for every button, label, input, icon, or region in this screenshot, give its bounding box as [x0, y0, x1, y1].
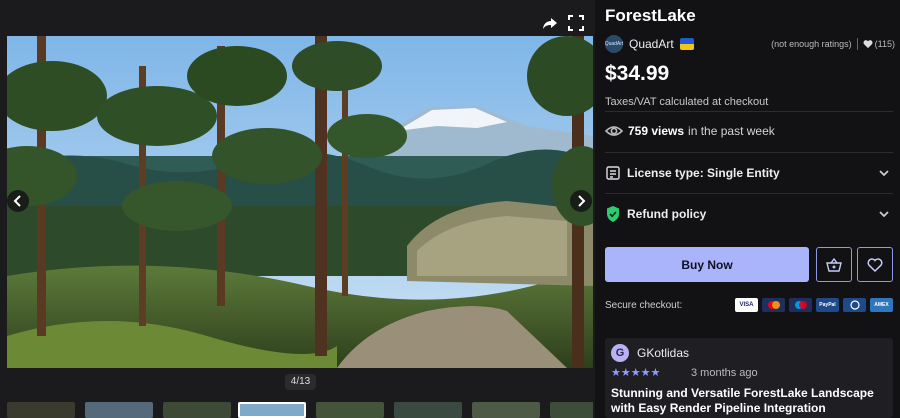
thumbnail[interactable] — [163, 402, 231, 418]
seller-link[interactable]: QuadArt QuadArt — [605, 34, 694, 54]
main-product-image[interactable] — [7, 36, 593, 368]
divider — [605, 111, 893, 112]
thumbnail[interactable] — [85, 402, 153, 418]
tax-note: Taxes/VAT calculated at checkout — [605, 96, 769, 108]
share-icon — [543, 18, 557, 29]
amex-icon: AMEX — [870, 298, 893, 312]
reviewer-avatar: G — [611, 344, 629, 362]
buy-now-button[interactable]: Buy Now — [605, 247, 809, 282]
likes-count: (115) — [874, 39, 895, 49]
views-stat: 759 views in the past week — [605, 124, 775, 138]
paypal-icon: PayPal — [816, 298, 839, 312]
views-suffix: in the past week — [688, 124, 775, 138]
heart-icon[interactable] — [863, 39, 873, 49]
fullscreen-icon — [568, 15, 584, 31]
seller-name[interactable]: QuadArt — [629, 37, 674, 51]
secure-checkout-label: Secure checkout: — [605, 300, 683, 311]
review-time: 3 months ago — [691, 367, 758, 379]
review-stars: ★★★★★ — [611, 367, 661, 379]
eye-icon — [605, 126, 623, 136]
product-panel: ForestLake QuadArt QuadArt (not enough r… — [605, 0, 895, 418]
chevron-down-icon — [879, 170, 889, 177]
refund-label: Refund policy — [627, 207, 707, 221]
reviewer-name[interactable]: GKotlidas — [637, 346, 689, 360]
diners-club-icon — [843, 298, 866, 312]
add-to-cart-button[interactable] — [816, 247, 852, 282]
image-gallery: 4/13 — [0, 0, 595, 418]
thumbnail[interactable] — [316, 402, 384, 418]
thumbnail[interactable] — [472, 402, 540, 418]
ukraine-flag-icon — [679, 38, 694, 50]
thumbnail-active[interactable] — [238, 402, 306, 418]
review-card[interactable]: G GKotlidas ★★★★★ 3 months ago Stunning … — [605, 338, 893, 418]
fullscreen-button[interactable] — [566, 13, 586, 33]
product-price: $34.99 — [605, 62, 670, 85]
thumbnail-strip — [7, 402, 593, 418]
next-image-button[interactable] — [570, 190, 592, 212]
previous-image-button[interactable] — [7, 190, 29, 212]
thumbnail[interactable] — [550, 402, 593, 418]
product-title: ForestLake — [605, 6, 696, 25]
image-counter: 4/13 — [285, 374, 316, 390]
add-to-favorites-button[interactable] — [857, 247, 893, 282]
heart-outline-icon — [867, 257, 883, 272]
views-count: 759 views — [628, 124, 685, 138]
ratings-summary: (not enough ratings) (115) — [771, 38, 895, 50]
license-icon — [605, 165, 621, 181]
cart-plus-icon — [826, 257, 842, 272]
chevron-left-icon — [13, 195, 21, 207]
refund-policy-toggle[interactable]: Refund policy — [605, 204, 893, 224]
thumbnail[interactable] — [7, 402, 75, 418]
license-label: License type: Single Entity — [627, 166, 780, 180]
share-button[interactable] — [540, 13, 560, 33]
gallery-toolbar — [0, 0, 595, 36]
divider — [605, 152, 893, 153]
ratings-note: (not enough ratings) — [771, 39, 852, 49]
divider — [856, 38, 858, 50]
chevron-down-icon — [879, 211, 889, 218]
payment-methods: VISA PayPal AMEX — [735, 298, 893, 312]
chevron-right-icon — [578, 195, 586, 207]
mastercard-icon — [762, 298, 785, 312]
review-title: Stunning and Versatile ForestLake Landsc… — [611, 386, 874, 415]
thumbnail[interactable] — [394, 402, 462, 418]
divider — [605, 193, 893, 194]
seller-avatar: QuadArt — [605, 35, 623, 53]
visa-icon: VISA — [735, 298, 758, 312]
maestro-icon — [789, 298, 812, 312]
shield-check-icon — [605, 206, 621, 222]
license-toggle[interactable]: License type: Single Entity — [605, 163, 893, 183]
